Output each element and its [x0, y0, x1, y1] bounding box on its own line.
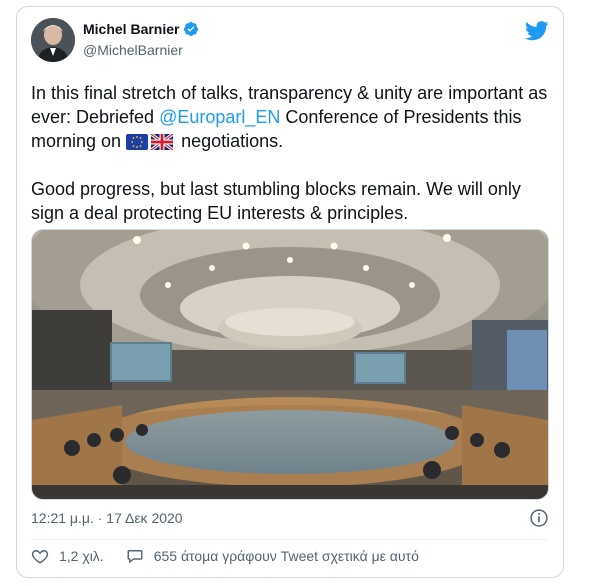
- uk-flag-icon: [151, 134, 174, 150]
- author-handle[interactable]: @MichelBarnier: [83, 42, 183, 58]
- like-count: 1,2 χιλ.: [59, 548, 104, 564]
- avatar-image: [31, 18, 75, 62]
- heart-icon: [31, 550, 49, 564]
- eu-flag-icon: [126, 134, 149, 150]
- author-name[interactable]: Michel Barnier: [83, 21, 179, 37]
- like-button[interactable]: 1,2 χιλ.: [31, 547, 104, 565]
- tweet-text: In this final stretch of talks, transpar…: [31, 81, 555, 225]
- tweet-timestamp[interactable]: 12:21 μ.μ. · 17 Δεκ 2020: [31, 510, 183, 526]
- author-row: Michel Barnier: [83, 21, 199, 37]
- talking-about-link[interactable]: 655 άτομα γράφουν Tweet σχετικά με αυτό: [126, 547, 419, 565]
- tweet-actions: 1,2 χιλ. 655 άτομα γράφουν Tweet σχετικά…: [31, 547, 441, 565]
- divider: [31, 539, 549, 540]
- conference-room-photo: [32, 230, 548, 499]
- info-icon[interactable]: [529, 508, 549, 528]
- speech-bubble-icon: [127, 550, 143, 563]
- tweet-paragraph-1: In this final stretch of talks, transpar…: [31, 81, 555, 153]
- verified-badge-icon: [184, 22, 199, 36]
- tweet-paragraph-2: Good progress, but last stumbling blocks…: [31, 179, 521, 223]
- mention-link[interactable]: @Europarl_EN: [159, 107, 280, 127]
- twitter-bird-icon[interactable]: [525, 20, 549, 42]
- avatar[interactable]: [31, 18, 75, 62]
- talking-about-text: 655 άτομα γράφουν Tweet σχετικά με αυτό: [153, 548, 419, 564]
- tweet-card[interactable]: Michel Barnier @MichelBarnier In this fi…: [16, 6, 564, 578]
- tweet-text-part-c: negotiations.: [176, 131, 284, 151]
- tweet-photo[interactable]: [31, 229, 549, 500]
